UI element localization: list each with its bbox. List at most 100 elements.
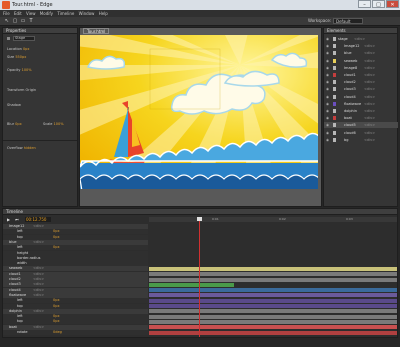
visibility-eye-icon[interactable]: ◉ <box>326 65 329 71</box>
menu-view[interactable]: View <box>26 11 36 16</box>
selection-tool-icon[interactable]: ↖ <box>4 18 10 24</box>
timeline-element-row[interactable]: boat <div> <box>3 324 148 330</box>
minimize-button[interactable]: – <box>358 0 371 8</box>
visibility-eye-icon[interactable]: ◉ <box>326 79 329 85</box>
timeline-property-row[interactable]: left 0px <box>3 245 148 251</box>
element-row[interactable]: ◉ Image12 <div> <box>324 43 398 49</box>
maximize-button[interactable]: □ <box>372 0 385 8</box>
timeline-property-row[interactable]: left 0px <box>3 229 148 235</box>
timeline-property-row[interactable]: top 0px <box>3 319 148 325</box>
element-color-swatch <box>333 65 336 70</box>
timeline-element-row[interactable]: seaweb <div> <box>3 266 148 272</box>
element-row[interactable]: ◉ cloud3 <div> <box>324 86 398 92</box>
timeline-element-row[interactable]: cloud4 <div> <box>3 287 148 293</box>
menu-edit[interactable]: Edit <box>14 11 22 16</box>
rewind-icon[interactable]: ⏮ <box>15 217 21 222</box>
element-row[interactable]: ◉ cloud1 <div> <box>324 72 398 78</box>
workspace-select[interactable]: Default <box>333 18 363 24</box>
track-label: rotate <box>17 330 28 334</box>
timeline-property-row[interactable]: top 0px <box>3 303 148 309</box>
timeline-property-row[interactable]: border-radius <box>3 255 148 261</box>
track-value[interactable]: 0px <box>53 304 60 309</box>
element-row[interactable]: ◉ floatwave <div> <box>324 101 398 107</box>
timeline-element-row[interactable]: blue <div> <box>3 239 148 245</box>
track-bar[interactable] <box>149 309 397 314</box>
timeline-property-row[interactable]: rotate 0deg <box>3 330 148 335</box>
element-row[interactable]: ◉ bg <div> <box>324 137 398 143</box>
visibility-eye-icon[interactable]: ◉ <box>326 86 329 92</box>
track-value[interactable]: 0px <box>53 245 60 250</box>
visibility-eye-icon[interactable]: ◉ <box>326 72 329 78</box>
track-bar[interactable] <box>149 266 397 271</box>
track-bar[interactable] <box>149 314 397 319</box>
element-row[interactable]: ◉ stage <div> <box>324 36 398 42</box>
menu-timeline[interactable]: Timeline <box>57 11 74 16</box>
track-value[interactable]: 0px <box>53 319 60 324</box>
track-value[interactable]: 0px <box>53 235 60 240</box>
visibility-eye-icon[interactable]: ◉ <box>326 36 329 42</box>
timeline-ruler[interactable]: 0:01 0:02 0:03 <box>149 217 397 222</box>
element-row[interactable]: ◉ cloud5 <div> <box>324 122 398 129</box>
timeline-property-row[interactable]: left 0px <box>3 314 148 320</box>
timeline-property-row[interactable]: height <box>3 250 148 256</box>
track-bar[interactable] <box>149 293 397 298</box>
timeline-element-row[interactable]: floatwave <div> <box>3 292 148 298</box>
element-row[interactable]: ◉ cloud2 <div> <box>324 79 398 85</box>
element-row[interactable]: ◉ Image8 <div> <box>324 65 398 71</box>
visibility-eye-icon[interactable]: ◉ <box>326 94 329 100</box>
visibility-eye-icon[interactable]: ◉ <box>326 137 329 143</box>
elements-tab[interactable]: Elements <box>324 28 397 34</box>
playhead[interactable] <box>199 217 200 337</box>
visibility-eye-icon[interactable]: ◉ <box>326 43 329 49</box>
element-row[interactable]: ◉ dolphin <div> <box>324 108 398 114</box>
visibility-eye-icon[interactable]: ◉ <box>326 101 329 107</box>
track-value[interactable]: 0px <box>53 314 60 319</box>
timeline-element-row[interactable]: Image12 <div> <box>3 224 148 229</box>
timeline-property-row[interactable]: left 0px <box>3 298 148 304</box>
menu-modify[interactable]: Modify <box>40 11 53 16</box>
playhead-handle[interactable] <box>197 217 202 221</box>
track-bar[interactable] <box>149 272 397 277</box>
track-value[interactable]: 0px <box>53 229 60 234</box>
visibility-eye-icon[interactable]: ◉ <box>326 58 329 64</box>
element-row[interactable]: ◉ boat <div> <box>324 115 398 121</box>
menu-file[interactable]: File <box>3 11 10 16</box>
element-row[interactable]: ◉ blue <div> <box>324 50 398 56</box>
visibility-eye-icon[interactable]: ◉ <box>326 115 329 121</box>
rounded-rectangle-tool-icon[interactable]: ▭ <box>20 18 26 24</box>
timeline-element-row[interactable]: cloud2 <div> <box>3 277 148 282</box>
close-button[interactable]: ✕ <box>386 0 399 8</box>
track-bar[interactable] <box>149 288 397 293</box>
visibility-eye-icon[interactable]: ◉ <box>326 108 329 114</box>
timeline-element-row[interactable]: cloud1 <div> <box>3 271 148 277</box>
text-tool-icon[interactable]: T <box>28 18 34 24</box>
timeline-property-row[interactable]: top 0px <box>3 234 148 240</box>
track-bar[interactable] <box>149 330 397 335</box>
track-bar[interactable] <box>149 325 397 330</box>
track-bar[interactable] <box>149 319 397 324</box>
track-value[interactable]: 0deg <box>53 330 62 335</box>
visibility-eye-icon[interactable]: ◉ <box>326 122 329 128</box>
timeline-element-row[interactable]: dolphin <div> <box>3 308 148 314</box>
track-bar[interactable] <box>149 277 397 282</box>
timeline-property-row[interactable]: width <box>3 261 148 267</box>
track-value[interactable]: 0px <box>53 298 60 303</box>
menu-window[interactable]: Window <box>79 11 95 16</box>
track-bar[interactable] <box>149 298 397 303</box>
timeline-element-row[interactable]: cloud3 <div> <box>3 282 148 288</box>
visibility-eye-icon[interactable]: ◉ <box>326 50 329 56</box>
properties-tab[interactable]: Properties <box>3 28 77 34</box>
element-id-field[interactable]: Stage <box>13 36 35 41</box>
time-display[interactable]: 00:12.750 <box>25 217 51 222</box>
timeline-tab[interactable]: Timeline <box>3 209 397 215</box>
element-row[interactable]: ◉ cloud6 <div> <box>324 130 398 136</box>
menu-help[interactable]: Help <box>99 11 108 16</box>
play-icon[interactable]: ▶ <box>7 217 13 222</box>
track-bar[interactable] <box>149 282 234 287</box>
element-row[interactable]: ◉ seaweb <div> <box>324 58 398 64</box>
element-row[interactable]: ◉ cloud4 <div> <box>324 94 398 100</box>
visibility-eye-icon[interactable]: ◉ <box>326 130 329 136</box>
track-bar[interactable] <box>149 304 397 308</box>
rectangle-tool-icon[interactable]: ▢ <box>12 18 18 24</box>
stage-document-tab[interactable]: Tour.html <box>83 28 110 34</box>
